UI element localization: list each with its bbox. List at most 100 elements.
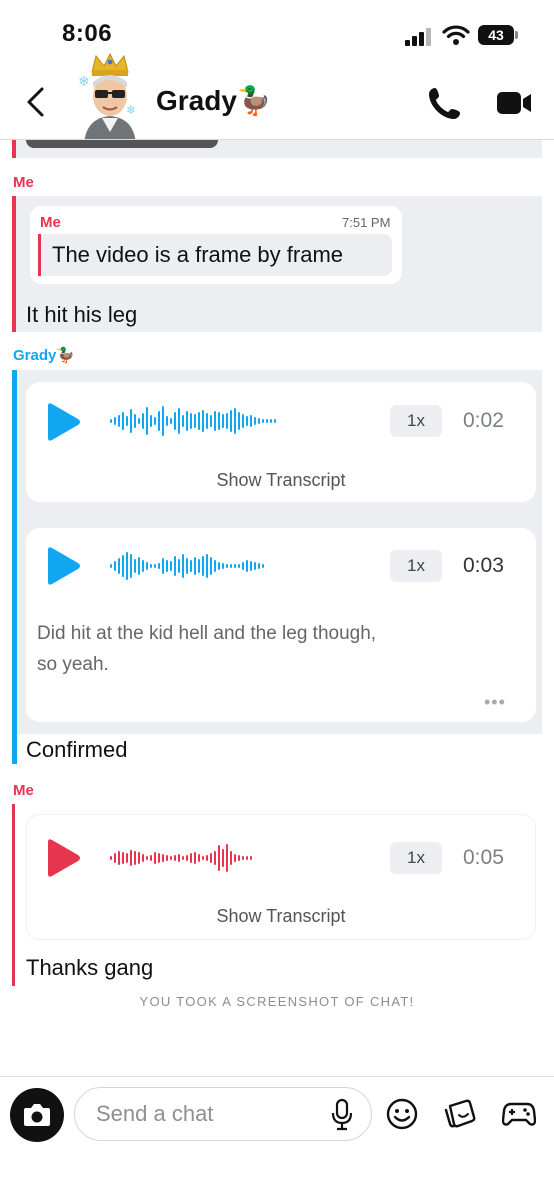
- waveform-bar: [258, 563, 260, 569]
- waveform-bar: [202, 556, 204, 576]
- quoted-sender: Me: [40, 214, 61, 231]
- waveform-bar: [134, 851, 136, 865]
- waveform-bar: [178, 408, 180, 434]
- microphone-icon[interactable]: [330, 1098, 354, 1132]
- show-transcript-button[interactable]: Show Transcript: [26, 906, 536, 927]
- waveform-bar: [270, 419, 272, 423]
- status-time: 8:06: [62, 20, 113, 47]
- message-text[interactable]: Confirmed: [26, 737, 127, 763]
- waveform-bar: [182, 856, 184, 860]
- chat-input-placeholder: Send a chat: [96, 1101, 214, 1126]
- screenshot-notice: YOU TOOK A SCREENSHOT OF CHAT!: [139, 994, 415, 1009]
- waveform-bar: [182, 554, 184, 578]
- signal-icon: [405, 28, 433, 46]
- transcript-line: so yeah.: [37, 654, 109, 675]
- waveform-bar: [150, 855, 152, 861]
- waveform-bar: [138, 557, 140, 575]
- waveform-bar: [234, 408, 236, 434]
- play-icon[interactable]: [44, 402, 82, 442]
- waveform-bar: [274, 419, 276, 423]
- waveform-bar: [130, 409, 132, 433]
- waveform-bar: [214, 411, 216, 431]
- voice-duration: 0:05: [463, 846, 504, 869]
- waveform-bar: [130, 850, 132, 866]
- message-text[interactable]: Thanks gang: [26, 955, 153, 981]
- game-controller-icon[interactable]: [502, 1100, 536, 1128]
- waveform-bar: [150, 415, 152, 427]
- playback-speed-button[interactable]: 1x: [390, 842, 442, 874]
- waveform-bar: [246, 416, 248, 426]
- waveform-bar: [262, 419, 264, 423]
- smiley-icon[interactable]: [386, 1098, 418, 1130]
- wifi-icon: [442, 25, 470, 45]
- waveform-bar: [226, 413, 228, 429]
- waveform-bar: [126, 416, 128, 426]
- voice-waveform[interactable]: [110, 841, 252, 875]
- voice-waveform[interactable]: [110, 549, 264, 583]
- prior-message-bar: [12, 140, 16, 158]
- waveform-bar: [142, 413, 144, 429]
- waveform-bar: [130, 554, 132, 578]
- quoted-text-bar: [38, 234, 41, 276]
- sticker-icon[interactable]: [444, 1098, 476, 1130]
- contact-name[interactable]: Grady🦆: [156, 84, 272, 117]
- prior-media-thumbnail[interactable]: [26, 140, 218, 148]
- waveform-bar: [170, 561, 172, 571]
- waveform-bar: [238, 855, 240, 861]
- waveform-bar: [262, 564, 264, 568]
- waveform-bar: [266, 419, 268, 423]
- phone-icon[interactable]: [428, 86, 462, 120]
- playback-speed-button[interactable]: 1x: [390, 405, 442, 437]
- waveform-bar: [190, 560, 192, 572]
- waveform-bar: [142, 560, 144, 572]
- waveform-bar: [174, 412, 176, 430]
- waveform-bar: [202, 410, 204, 432]
- message-bar-me: [12, 804, 15, 986]
- waveform-bar: [134, 559, 136, 573]
- message-text[interactable]: It hit his leg: [26, 302, 137, 328]
- waveform-bar: [226, 844, 228, 872]
- more-options-icon[interactable]: •••: [484, 692, 506, 713]
- waveform-bar: [250, 856, 252, 860]
- play-icon[interactable]: [44, 838, 82, 878]
- voice-duration: 0:02: [463, 409, 504, 432]
- waveform-bar: [254, 417, 256, 425]
- waveform-bar: [178, 559, 180, 573]
- waveform-bar: [218, 562, 220, 570]
- waveform-bar: [190, 413, 192, 429]
- voice-duration: 0:03: [463, 554, 504, 577]
- waveform-bar: [242, 856, 244, 860]
- battery-tip: [515, 31, 518, 39]
- sender-label-grady: Grady🦆: [13, 347, 76, 364]
- waveform-bar: [170, 418, 172, 424]
- waveform-bar: [126, 853, 128, 863]
- play-icon[interactable]: [44, 546, 82, 586]
- waveform-bar: [202, 856, 204, 860]
- waveform-bar: [182, 415, 184, 427]
- voice-waveform[interactable]: [110, 404, 276, 438]
- waveform-bar: [118, 558, 120, 574]
- waveform-bar: [118, 415, 120, 427]
- message-bar-me: [12, 196, 16, 332]
- waveform-bar: [142, 854, 144, 862]
- waveform-bar: [166, 560, 168, 572]
- waveform-bar: [250, 561, 252, 571]
- waveform-bar: [246, 560, 248, 572]
- waveform-bar: [122, 412, 124, 430]
- waveform-bar: [190, 853, 192, 863]
- camera-button[interactable]: [10, 1088, 64, 1142]
- show-transcript-button[interactable]: Show Transcript: [26, 470, 536, 491]
- avatar[interactable]: ❄ ❄: [74, 52, 146, 144]
- waveform-bar: [238, 564, 240, 568]
- waveform-bar: [258, 418, 260, 424]
- waveform-bar: [194, 852, 196, 864]
- waveform-bar: [214, 560, 216, 572]
- playback-speed-button[interactable]: 1x: [390, 550, 442, 582]
- waveform-bar: [206, 413, 208, 429]
- sender-label-me: Me: [13, 782, 34, 799]
- back-chevron-icon[interactable]: [24, 86, 48, 118]
- waveform-bar: [194, 414, 196, 428]
- waveform-bar: [186, 411, 188, 431]
- waveform-bar: [222, 849, 224, 867]
- video-call-icon[interactable]: [496, 90, 532, 116]
